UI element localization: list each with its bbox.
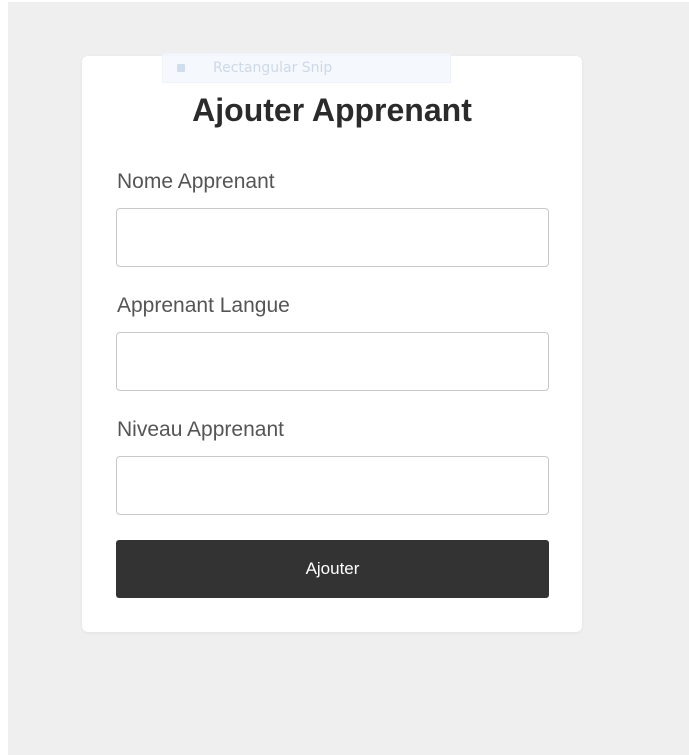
- rectangular-snip-tooltip: Rectangular Snip: [162, 53, 451, 83]
- snip-icon: [177, 64, 185, 72]
- form-title: Ajouter Apprenant: [192, 92, 472, 128]
- add-learner-button[interactable]: Ajouter: [116, 540, 549, 598]
- learner-language-input[interactable]: [116, 332, 549, 391]
- add-learner-card: Ajouter Apprenant Nome Apprenant Apprena…: [82, 56, 582, 632]
- learner-level-input[interactable]: [116, 456, 549, 515]
- learner-level-label: Niveau Apprenant: [117, 418, 284, 441]
- learner-language-label: Apprenant Langue: [117, 294, 290, 317]
- learner-name-label: Nome Apprenant: [117, 170, 275, 193]
- learner-name-input[interactable]: [116, 208, 549, 267]
- snip-label: Rectangular Snip: [213, 60, 333, 76]
